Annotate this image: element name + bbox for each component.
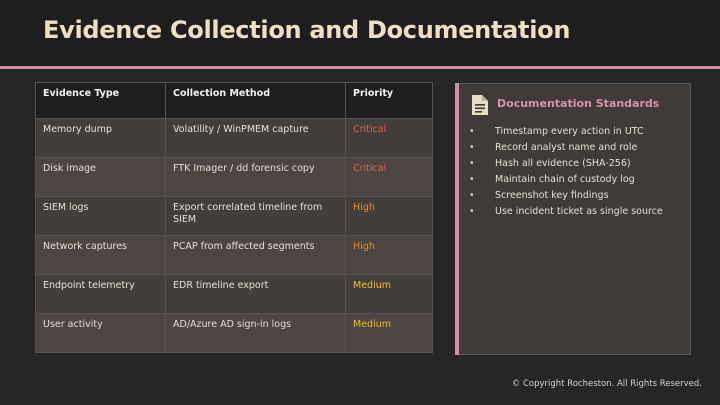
collection-method-cell: EDR timeline export [165, 274, 346, 314]
documentation-standards-panel: Documentation Standards • Timestamp every… [455, 83, 691, 355]
evidence-type-cell: SIEM logs [35, 196, 166, 236]
evidence-type-cell: Network captures [35, 235, 166, 275]
collection-method-cell: AD/Azure AD sign-in logs [165, 313, 346, 353]
evidence-table: Evidence Type Collection Method Priority… [35, 82, 433, 353]
list-item: • Record analyst name and role [466, 140, 663, 156]
evidence-type-cell: Disk image [35, 157, 166, 197]
priority-cell: High [345, 235, 433, 275]
list-item: • Use incident ticket as single source [466, 204, 663, 220]
list-item: • Maintain chain of custody log [466, 172, 663, 188]
table-row: Network captures PCAP from affected segm… [35, 235, 433, 275]
evidence-type-cell: User activity [35, 313, 166, 353]
list-item-text: Timestamp every action in UTC [495, 126, 644, 137]
bullet-icon: • [469, 126, 475, 137]
table-header-row: Evidence Type Collection Method Priority [35, 82, 433, 119]
document-icon [472, 95, 488, 115]
evidence-type-cell: Memory dump [35, 118, 166, 158]
collection-method-cell: FTK Imager / dd forensic copy [165, 157, 346, 197]
collection-method-cell: PCAP from affected segments [165, 235, 346, 275]
column-header-evidence-type: Evidence Type [35, 82, 166, 119]
list-item: • Timestamp every action in UTC [466, 124, 663, 140]
collection-method-cell: Export correlated timeline from SIEM [165, 196, 346, 236]
evidence-type-cell: Endpoint telemetry [35, 274, 166, 314]
copyright-notice: © Copyright Rocheston. All Rights Reserv… [511, 379, 702, 389]
header-divider [0, 66, 720, 69]
bullet-icon: • [469, 190, 475, 201]
list-item-text: Hash all evidence (SHA-256) [495, 158, 631, 169]
list-item: • Hash all evidence (SHA-256) [466, 156, 663, 172]
table-row: SIEM logs Export correlated timeline fro… [35, 196, 433, 236]
bullet-icon: • [469, 174, 475, 185]
bullet-icon: • [469, 206, 475, 217]
list-item: • Screenshot key findings [466, 188, 663, 204]
list-item-text: Use incident ticket as single source [495, 206, 663, 217]
collection-method-cell: Volatility / WinPMEM capture [165, 118, 346, 158]
slide-header: Evidence Collection and Documentation [0, 0, 720, 66]
table-row: User activity AD/Azure AD sign-in logs M… [35, 313, 433, 353]
page-title: Evidence Collection and Documentation [43, 16, 571, 44]
list-item-text: Maintain chain of custody log [495, 174, 635, 185]
bullet-icon: • [469, 142, 475, 153]
list-item-text: Record analyst name and role [495, 142, 638, 153]
column-header-collection-method: Collection Method [165, 82, 346, 119]
priority-cell: Critical [345, 118, 433, 158]
priority-cell: Critical [345, 157, 433, 197]
bullet-icon: • [469, 158, 475, 169]
table-row: Memory dump Volatility / WinPMEM capture… [35, 118, 433, 158]
table-row: Endpoint telemetry EDR timeline export M… [35, 274, 433, 314]
standards-list: • Timestamp every action in UTC • Record a… [466, 124, 663, 220]
table-row: Disk image FTK Imager / dd forensic copy… [35, 157, 433, 197]
priority-cell: Medium [345, 274, 433, 314]
panel-title: Documentation Standards [497, 97, 660, 110]
priority-cell: High [345, 196, 433, 236]
list-item-text: Screenshot key findings [495, 190, 609, 201]
priority-cell: Medium [345, 313, 433, 353]
column-header-priority: Priority [345, 82, 433, 119]
panel-accent-bar [455, 83, 459, 355]
